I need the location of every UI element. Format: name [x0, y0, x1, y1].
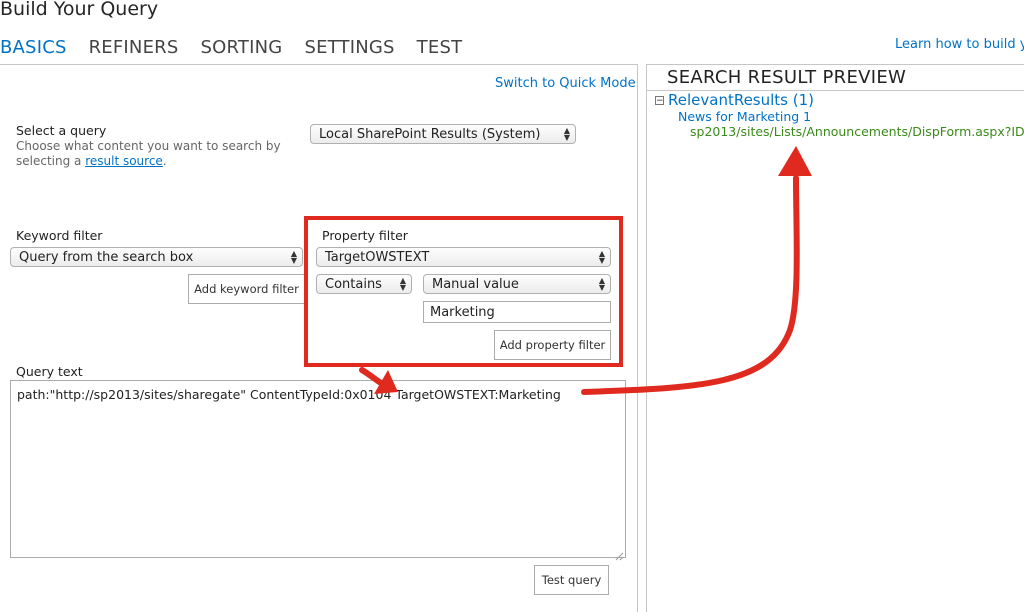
annotation-arrows	[359, 146, 812, 395]
annotation-arrowhead-up	[778, 146, 812, 176]
annotation-arrow-to-preview	[581, 175, 800, 395]
